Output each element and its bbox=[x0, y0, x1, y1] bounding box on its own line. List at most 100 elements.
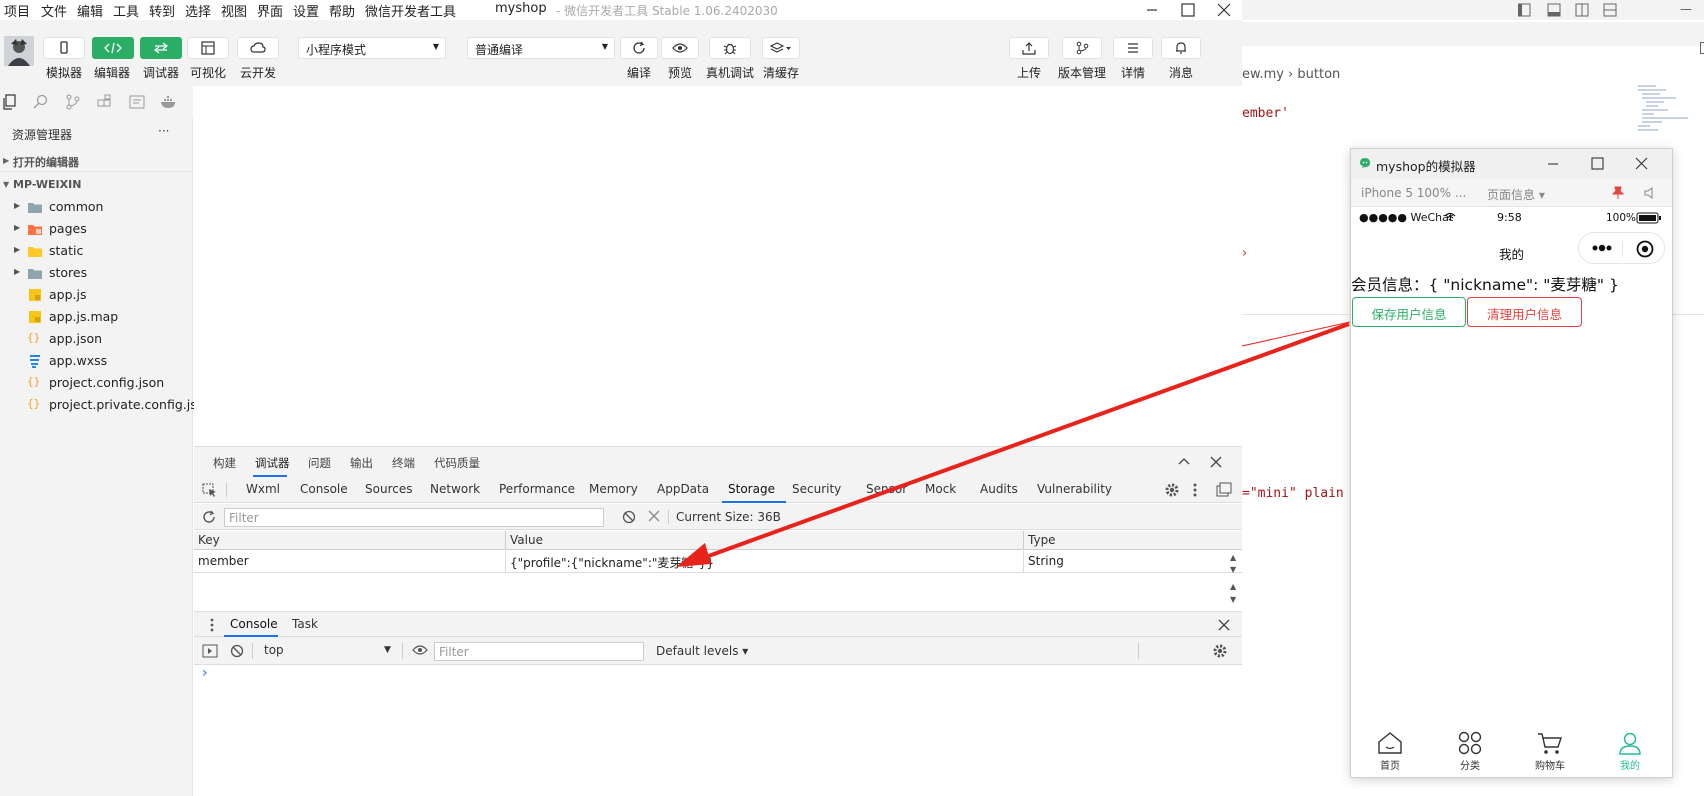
console-prompt[interactable]: › bbox=[202, 665, 208, 681]
tab-sources[interactable]: Sources bbox=[365, 482, 412, 496]
file-project-private-config[interactable]: {} project.private.config.js... bbox=[0, 394, 209, 416]
refresh-icon[interactable] bbox=[202, 510, 216, 524]
cloud-button[interactable] bbox=[237, 37, 279, 59]
tab-home[interactable]: 首页 bbox=[1370, 731, 1410, 772]
chevron-up-icon[interactable] bbox=[1178, 456, 1190, 466]
tab-mine[interactable]: 我的 bbox=[1610, 731, 1650, 772]
pin-icon[interactable] bbox=[1612, 186, 1624, 200]
tab-network[interactable]: Network bbox=[430, 482, 480, 496]
file-app-wxss[interactable]: app.wxss bbox=[0, 350, 193, 372]
preview-button[interactable] bbox=[661, 37, 699, 59]
visual-toggle[interactable] bbox=[187, 37, 229, 59]
scroll-down-icon[interactable]: ▼ bbox=[1230, 595, 1236, 604]
files-icon[interactable] bbox=[0, 92, 20, 112]
undock-icon[interactable] bbox=[1216, 482, 1232, 498]
compile-button[interactable] bbox=[620, 37, 658, 59]
menu-goto[interactable]: 转到 bbox=[149, 1, 175, 20]
close-button[interactable] bbox=[1635, 157, 1648, 170]
upload-button[interactable] bbox=[1009, 37, 1049, 59]
file-project-config[interactable]: {} project.config.json bbox=[0, 372, 193, 394]
gear-icon[interactable] bbox=[1212, 643, 1228, 659]
more-dots-icon[interactable] bbox=[1591, 242, 1615, 254]
tab-cart[interactable]: 购物车 bbox=[1530, 731, 1570, 772]
tab-vulnerability[interactable]: Vulnerability bbox=[1037, 482, 1112, 496]
eye-icon[interactable] bbox=[412, 644, 428, 656]
menu-file[interactable]: 文件 bbox=[41, 1, 67, 20]
tab-mock[interactable]: Mock bbox=[925, 482, 956, 496]
minimize-button[interactable] bbox=[1138, 0, 1166, 20]
tab-code-quality[interactable]: 代码质量 bbox=[434, 455, 480, 471]
menu-view[interactable]: 视图 bbox=[221, 1, 247, 20]
real-debug-button[interactable] bbox=[709, 37, 751, 59]
extensions-icon[interactable] bbox=[95, 92, 115, 112]
delete-icon[interactable] bbox=[648, 510, 660, 522]
save-user-button[interactable]: 保存用户信息 bbox=[1352, 297, 1466, 327]
docker-icon[interactable] bbox=[159, 92, 179, 112]
file-app-js-map[interactable]: app.js.map bbox=[0, 306, 193, 328]
explorer-more-button[interactable]: ··· bbox=[158, 124, 169, 138]
menu-select[interactable]: 选择 bbox=[185, 1, 211, 20]
maximize-button[interactable] bbox=[1591, 157, 1604, 170]
capsule-menu[interactable] bbox=[1578, 232, 1665, 264]
more-vertical-icon[interactable] bbox=[209, 617, 215, 633]
scroll-up-icon[interactable]: ▲ bbox=[1230, 582, 1236, 591]
levels-select[interactable]: Default levels ▾ bbox=[656, 644, 748, 658]
menu-project[interactable]: 项目 bbox=[4, 1, 30, 20]
details-button[interactable] bbox=[1113, 37, 1153, 59]
preview-panel-icon[interactable] bbox=[127, 92, 147, 112]
tab-category[interactable]: 分类 bbox=[1450, 731, 1490, 772]
tab-storage[interactable]: Storage bbox=[728, 482, 775, 496]
minimize-button[interactable] bbox=[1547, 158, 1559, 170]
compile-select[interactable]: 普通编译 ▼ bbox=[467, 37, 615, 59]
context-select[interactable]: top ▼ bbox=[264, 643, 394, 657]
column-key[interactable]: Key bbox=[194, 531, 506, 550]
breadcrumb[interactable]: ew.my › button bbox=[1242, 67, 1340, 82]
tab-sensor[interactable]: Sensor bbox=[866, 482, 907, 496]
maximize-button[interactable] bbox=[1174, 0, 1202, 20]
source-control-icon[interactable] bbox=[63, 92, 83, 112]
clear-console-icon[interactable] bbox=[230, 644, 244, 658]
folder-pages[interactable]: ▶ pages bbox=[0, 218, 193, 240]
close-button[interactable] bbox=[1210, 0, 1238, 20]
minimize-icon[interactable]: — bbox=[1680, 2, 1692, 16]
tab-memory[interactable]: Memory bbox=[589, 482, 638, 496]
inspect-icon[interactable] bbox=[202, 483, 218, 497]
simulator-toggle[interactable] bbox=[43, 37, 85, 59]
tab-drawer-console[interactable]: Console bbox=[230, 617, 278, 631]
version-button[interactable] bbox=[1062, 37, 1102, 59]
tab-wxml[interactable]: Wxml bbox=[246, 482, 280, 496]
project-section[interactable]: ▼ MP-WEIXIN bbox=[0, 174, 193, 196]
tab-console[interactable]: Console bbox=[300, 482, 348, 496]
debugger-toggle[interactable] bbox=[140, 37, 182, 59]
editor-toggle[interactable] bbox=[92, 37, 134, 59]
tab-appdata[interactable]: AppData bbox=[657, 482, 709, 496]
tab-performance[interactable]: Performance bbox=[499, 482, 575, 496]
tab-security[interactable]: Security bbox=[792, 482, 841, 496]
scroll-down-icon[interactable]: ▼ bbox=[1230, 565, 1236, 574]
clear-user-button[interactable]: 清理用户信息 bbox=[1467, 297, 1582, 327]
tab-terminal[interactable]: 终端 bbox=[392, 455, 415, 471]
sound-icon[interactable] bbox=[1643, 187, 1655, 199]
menu-help[interactable]: 帮助 bbox=[329, 1, 355, 20]
clear-cache-button[interactable] bbox=[762, 37, 800, 59]
device-select[interactable]: iPhone 5 100% ... bbox=[1361, 186, 1466, 200]
clear-all-icon[interactable] bbox=[622, 510, 636, 524]
column-value[interactable]: Value bbox=[506, 531, 1024, 550]
more-vertical-icon[interactable] bbox=[1192, 482, 1198, 498]
page-info-select[interactable]: 页面信息 ▾ bbox=[1487, 186, 1545, 203]
tab-output[interactable]: 输出 bbox=[350, 455, 373, 471]
storage-filter-input[interactable]: Filter bbox=[224, 508, 604, 527]
close-miniprogram-icon[interactable] bbox=[1635, 239, 1655, 259]
menu-settings[interactable]: 设置 bbox=[293, 1, 319, 20]
tab-build[interactable]: 构建 bbox=[213, 455, 236, 471]
file-app-js[interactable]: app.js bbox=[0, 284, 193, 306]
sidebar-toggle-icon[interactable] bbox=[202, 644, 218, 658]
file-app-json[interactable]: {} app.json bbox=[0, 328, 193, 350]
console-filter-input[interactable]: Filter bbox=[434, 642, 644, 661]
menu-tools[interactable]: 工具 bbox=[113, 1, 139, 20]
scroll-up-icon[interactable]: ▲ bbox=[1230, 553, 1236, 562]
close-icon[interactable] bbox=[1210, 456, 1222, 468]
folder-stores[interactable]: ▶ stores bbox=[0, 262, 193, 284]
tab-debugger[interactable]: 调试器 bbox=[255, 455, 290, 471]
search-icon[interactable] bbox=[31, 92, 51, 112]
